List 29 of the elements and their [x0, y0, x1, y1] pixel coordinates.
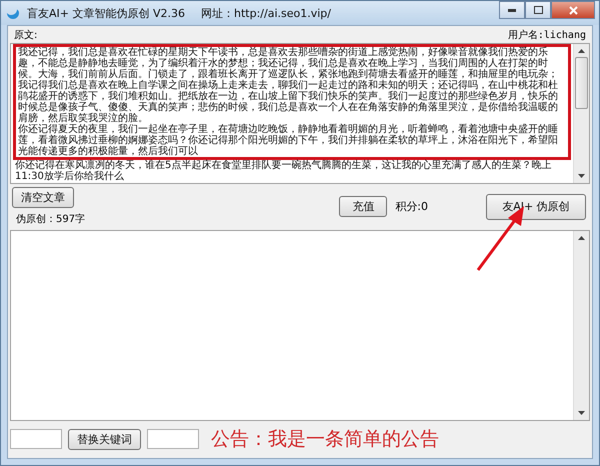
scroll-down-icon [578, 174, 585, 178]
source-label: 原文: [14, 28, 38, 42]
window-title: 盲友AI+ 文章智能伪原创 V2.36 [27, 6, 185, 20]
website-url: 网址：http://ai.seo1.vip/ [201, 6, 331, 20]
output-scrollbar[interactable] [573, 231, 589, 420]
rewrite-count: 伪原创：597字 [15, 212, 86, 226]
minimize-icon [508, 8, 516, 12]
clear-article-button[interactable]: 清空文章 [12, 187, 74, 208]
minimize-button[interactable] [499, 1, 525, 19]
scroll-up-icon [578, 236, 585, 240]
username-label: 用户名:lichang [508, 28, 586, 42]
scrollbar[interactable] [573, 44, 589, 183]
keyword-input-field[interactable] [10, 429, 62, 449]
close-button[interactable] [551, 1, 595, 19]
maximize-icon [534, 6, 542, 14]
article-paragraph: 你还记得夏天的夜里，我们一起坐在亭子里，在荷塘边吃晚饭，静静地看着明媚的月光，听着蝉鸣，看着池塘中央盛开的睡莲，看着微风拂过垂柳的婀娜姿态吗？你还记得那个阳光明媚的下午，我们并排躺在柔软的草坪上，沐浴在阳光下，希望阳光能传递更多的积极能量，然后我们可以 [13, 124, 571, 160]
points-label: 积分:0 [395, 199, 428, 214]
source-text-area[interactable] [10, 43, 590, 184]
article-paragraph: 你还记得在寒风凛冽的冬天，谁在5点半起床在食堂里排队要一碗热气腾腾的生菜，这让我的心里充满了感人的生菜？晚上11:30放学后你给我什么 [14, 160, 552, 182]
replacement-input-field[interactable] [147, 429, 199, 449]
scroll-down-icon [578, 411, 585, 415]
scrollbar-thumb[interactable] [575, 57, 588, 109]
article-paragraph: 我还记得，我们总是喜欢在忙碌的星期天下午读书，总是喜欢去那些嘈杂的街道上感觉热闹，好像噪音就像我们热爱的乐趣，不能总是静静地去睡觉，为了编织着汗水的梦想；我还记得，我们总是喜欢在晚上学习，当我们周围的人在打架的时候。大海，我们前前从后面。门锁走了，跟着班长离开了巡逻队长，紧张地跑到荷塘去看盛开的睡莲，和抽屉里的电玩杂；我记得我们总是喜欢在晚上自学课之间在操场上走来走去，聊我们一起走过的路和未知的明天；还记得吗，在山中桃花和杜鹃花盛开的诱惑下，我们堆积如山。把纸放在一边，在山坡上留下我们快乐的笑声。我们一起度过的那些绿色岁月，快乐的时候总是像孩子气、傻傻、天真的笑声；悲伤的时候，我们总是喜欢一个人在在角落安静的角落里哭泣，是你借给我温暖的肩膀，然后取笑我哭泣的脸。 [13, 44, 571, 124]
scroll-up-icon [578, 49, 585, 53]
maximize-button[interactable] [525, 1, 551, 19]
replace-keyword-button[interactable]: 替换关键词 [68, 428, 141, 450]
announcement-text: 公告：我是一条简单的公告 [211, 427, 439, 452]
recharge-button[interactable]: 充值 [339, 196, 388, 217]
close-icon [568, 6, 578, 14]
